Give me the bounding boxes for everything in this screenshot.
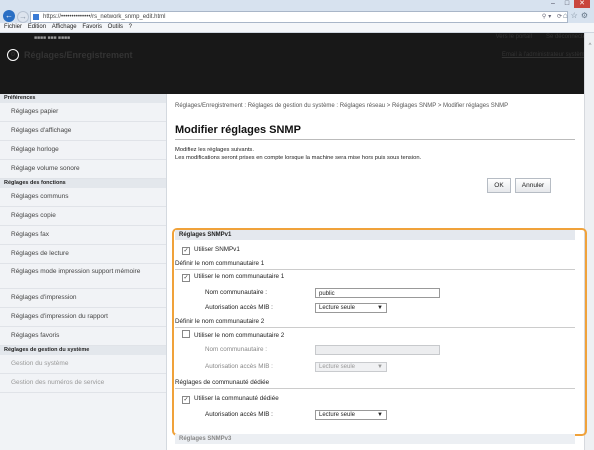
sidebar-item-volume[interactable]: Réglage volume sonore <box>0 160 166 179</box>
community1-mib-value: Lecture seule <box>319 305 356 311</box>
chevron-down-icon: ▼ <box>377 412 383 418</box>
use-snmpv1-checkbox[interactable]: ✓ <box>182 247 190 255</box>
chevron-down-icon: ▼ <box>377 364 383 370</box>
community1-heading: Définir le nom communautaire 1 <box>175 259 575 270</box>
sidebar-section-system: Réglages de gestion du système <box>0 346 166 355</box>
sidebar-item-scan[interactable]: Réglages de lecture <box>0 245 166 264</box>
sidebar-item-common[interactable]: Réglages communs <box>0 188 166 207</box>
sidebar-section-functions: Réglages des fonctions <box>0 179 166 188</box>
snmpv1-heading: Réglages SNMPv1 <box>175 230 575 240</box>
community1-mib-select[interactable]: Lecture seule ▼ <box>315 303 387 313</box>
home-star-gear-icons[interactable]: ⌂☆⚙ <box>563 10 591 22</box>
sidebar-item-fax[interactable]: Réglages fax <box>0 226 166 245</box>
sidebar-item-print[interactable]: Réglages d'impression <box>0 289 166 308</box>
community2-mib-select[interactable]: Lecture seule ▼ <box>315 362 387 372</box>
site-header <box>0 33 584 94</box>
sidebar-item-media-print[interactable]: Réglages mode impression support mémoire <box>0 264 166 289</box>
title-divider <box>175 139 575 140</box>
ok-button[interactable]: OK <box>487 178 511 193</box>
menu-favorites[interactable]: Favoris <box>82 24 102 30</box>
window-titlebar: – □ ✕ <box>0 0 594 10</box>
community1-checkbox[interactable]: ✓ <box>182 274 190 282</box>
sidebar-item-favorites[interactable]: Réglages favoris <box>0 327 166 346</box>
community1-use-row: ✓ Utiliser le nom communautaire 1 <box>182 272 284 282</box>
window-controls: – □ ✕ <box>546 0 590 8</box>
menu-view[interactable]: Affichage <box>52 24 77 30</box>
community2-name-label: Nom communautaire : <box>205 346 267 353</box>
minimize-icon[interactable]: – <box>546 0 560 8</box>
sidebar-item-system-management[interactable]: Gestion du système <box>0 355 166 374</box>
page-icon <box>33 14 39 20</box>
community2-use-row: Utiliser le nom communautaire 2 <box>182 330 284 341</box>
cancel-button[interactable]: Annuler <box>515 178 551 193</box>
sidebar-item-display[interactable]: Réglages d'affichage <box>0 122 166 141</box>
dedicated-heading: Réglages de communauté dédiée <box>175 378 575 389</box>
forward-arrow-icon[interactable]: → <box>17 11 29 23</box>
address-row: ← → https://••••••••••••••/rs_network_sn… <box>0 10 594 23</box>
use-snmpv1-label: Utiliser SNMPv1 <box>194 246 240 253</box>
dedicated-mib-label: Autorisation accès MIB : <box>205 411 273 418</box>
snmpv3-heading: Réglages SNMPv3 <box>175 434 575 444</box>
menu-file[interactable]: Fichier <box>4 24 22 30</box>
community2-use-label: Utiliser le nom communautaire 2 <box>194 332 285 339</box>
menu-tools[interactable]: Outils <box>108 24 123 30</box>
menu-help[interactable]: ? <box>129 24 132 30</box>
breadcrumb: Réglages/Enregistrement : Réglages de ge… <box>175 103 509 109</box>
dedicated-mib-select[interactable]: Lecture seule ▼ <box>315 410 387 420</box>
close-icon[interactable]: ✕ <box>574 0 590 8</box>
sidebar-item-paper[interactable]: Réglages papier <box>0 103 166 122</box>
community2-mib-label: Autorisation accès MIB : <box>205 363 273 370</box>
community2-name-input[interactable] <box>315 345 440 355</box>
community1-name-label: Nom communautaire : <box>205 289 267 296</box>
admin-email-link[interactable]: Email à l'administrateur système <box>502 52 588 58</box>
sidebar-item-copy[interactable]: Réglages copie <box>0 207 166 226</box>
sidebar-item-service-numbers[interactable]: Gestion des numéros de service <box>0 374 166 393</box>
portal-link[interactable]: Vers le portail <box>496 34 532 40</box>
description-line-1: Modifiez les réglages suivants. <box>175 147 254 153</box>
address-bar[interactable]: https://••••••••••••••/rs_network_snmp_e… <box>30 11 568 23</box>
dedicated-use-row: ✓ Utiliser la communauté dédiée <box>182 394 279 404</box>
community1-use-label: Utiliser le nom communautaire 1 <box>194 273 285 280</box>
search-refresh-icon[interactable]: ⚲▾ ⟳ <box>542 12 564 22</box>
scroll-up-icon[interactable]: ^ <box>585 43 594 49</box>
back-arrow-icon[interactable]: ← <box>3 10 15 22</box>
blurred-logo: ■■■■ ■■■ ■■■■ <box>34 35 70 41</box>
community2-mib-value: Lecture seule <box>319 364 356 370</box>
maximize-icon[interactable]: □ <box>560 0 574 8</box>
community2-checkbox[interactable] <box>182 330 190 338</box>
sidebar-item-report-print[interactable]: Réglages d'impression du rapport <box>0 308 166 327</box>
description: Modifiez les réglages suivants. Les modi… <box>175 146 421 162</box>
header-links: Vers le portail Se déconnecter <box>496 34 588 40</box>
sidebar: Préférences Réglages papier Réglages d'a… <box>0 94 167 450</box>
settings-icon: ⚙ <box>7 49 19 61</box>
chevron-down-icon: ▼ <box>377 305 383 311</box>
use-snmpv1-row: ✓ Utiliser SNMPv1 <box>182 245 240 255</box>
description-line-2: Les modifications seront prises en compt… <box>175 155 422 161</box>
menu-bar: Fichier Edition Affichage Favoris Outils… <box>0 23 594 33</box>
logout-link[interactable]: Se déconnecter <box>546 34 588 40</box>
menu-edit[interactable]: Edition <box>28 24 46 30</box>
sidebar-section-preferences: Préférences <box>0 94 166 103</box>
dedicated-use-label: Utiliser la communauté dédiée <box>194 395 279 402</box>
community2-heading: Définir le nom communautaire 2 <box>175 317 575 328</box>
dedicated-mib-value: Lecture seule <box>319 412 356 418</box>
page-title: Modifier réglages SNMP <box>175 124 301 136</box>
community1-mib-label: Autorisation accès MIB : <box>205 304 273 311</box>
community1-name-input[interactable]: public <box>315 288 440 298</box>
sidebar-item-clock[interactable]: Réglage horloge <box>0 141 166 160</box>
address-text: https://••••••••••••••/rs_network_snmp_e… <box>43 14 166 20</box>
header-title: Réglages/Enregistrement <box>24 50 133 60</box>
dedicated-checkbox[interactable]: ✓ <box>182 396 190 404</box>
